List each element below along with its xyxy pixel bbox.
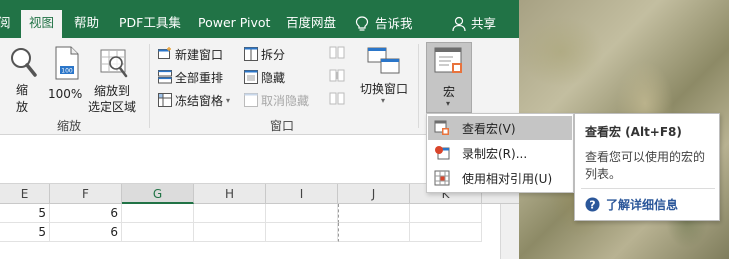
macro-dropdown-menu: 查看宏(V) 录制宏(R)... 使用相对引用(U) <box>426 113 574 193</box>
tab-baidu-netdisk[interactable]: 百度网盘 <box>286 10 336 38</box>
freeze-panes-label: 冻结窗格 <box>175 93 224 108</box>
help-icon: ? <box>585 197 600 212</box>
new-window-label: 新建窗口 <box>175 47 224 62</box>
cell-k1[interactable] <box>410 204 482 223</box>
svg-text:100: 100 <box>61 68 73 75</box>
column-header-f[interactable]: F <box>50 184 122 204</box>
split-label: 拆分 <box>261 47 286 62</box>
switch-windows-icon <box>367 47 400 74</box>
reset-window-position-icon[interactable] <box>329 91 345 107</box>
hide-button[interactable]: 隐藏 <box>244 67 285 87</box>
zoom-selection-icon <box>100 49 128 78</box>
svg-text:?: ? <box>589 199 595 212</box>
arrange-all-icon <box>158 70 172 84</box>
unhide-button[interactable]: 取消隐藏 <box>244 90 309 110</box>
menu-item-record-macro[interactable]: 录制宏(R)... <box>428 141 572 165</box>
zoom-to-selection-button[interactable]: 缩放到 选定区域 <box>88 44 140 114</box>
cell-e2[interactable]: 5 <box>0 223 50 242</box>
macros-label: 宏 <box>443 85 456 99</box>
window-group-label: 窗口 <box>270 119 295 133</box>
group-separator <box>149 44 150 128</box>
cell-k2[interactable] <box>410 223 482 242</box>
learn-more-link[interactable]: ? 了解详细信息 <box>585 196 678 213</box>
hide-label: 隐藏 <box>261 70 286 85</box>
tab-view[interactable]: 视图 <box>21 10 63 38</box>
arrange-all-button[interactable]: 全部重排 <box>158 67 223 87</box>
zoom-group-label: 缩放 <box>57 119 82 133</box>
tooltip-divider <box>581 188 715 189</box>
tooltip-description: 查看您可以使用的宏的列表。 <box>585 150 706 181</box>
new-window-icon <box>158 47 171 59</box>
cell-i1[interactable] <box>266 204 338 223</box>
column-header-g[interactable]: G <box>122 184 194 204</box>
view-macros-label: 查看宏(V) <box>462 121 516 136</box>
relative-references-icon <box>434 170 450 186</box>
synchronous-scrolling-icon[interactable] <box>329 68 345 84</box>
tell-me-label: 告诉我 <box>375 16 413 31</box>
tab-pdf-tools[interactable]: PDF工具集 <box>119 10 181 38</box>
use-relative-references-label: 使用相对引用(U) <box>462 171 553 186</box>
group-separator <box>418 44 419 128</box>
cell-i2[interactable] <box>266 223 338 242</box>
zoom-100-label: 100% <box>48 87 83 101</box>
cell-e1[interactable]: 5 <box>0 204 50 223</box>
zoom-to-selection-label-2: 选定区域 <box>88 100 137 114</box>
split-button[interactable]: 拆分 <box>244 44 285 64</box>
cell-f1[interactable]: 6 <box>50 204 122 223</box>
chevron-down-icon: ▾ <box>446 99 451 108</box>
tell-me-button[interactable]: 告诉我 <box>355 10 413 38</box>
cell-g1[interactable] <box>122 204 194 223</box>
view-side-by-side-icon[interactable] <box>329 45 345 61</box>
split-icon <box>244 47 258 61</box>
macro-icon <box>434 47 462 73</box>
zoom-100-button[interactable]: 100 100% <box>46 44 86 114</box>
freeze-panes-icon <box>158 93 172 107</box>
menu-item-use-relative-references[interactable]: 使用相对引用(U) <box>428 166 572 190</box>
zoom-label-1: 缩 <box>16 83 29 97</box>
person-icon <box>452 16 466 32</box>
vertical-scrollbar[interactable] <box>500 204 519 259</box>
column-header-j[interactable]: J <box>338 184 410 204</box>
ribbon-tab-bar: 阅 视图 帮助 PDF工具集 Power Pivot 百度网盘 告诉我 共享 <box>0 0 519 38</box>
cell-j1[interactable] <box>338 204 410 223</box>
share-label: 共享 <box>471 16 497 31</box>
chevron-down-icon: ▾ <box>381 96 386 105</box>
view-macros-icon <box>434 120 449 135</box>
freeze-panes-button[interactable]: 冻结窗格 ▾ <box>158 90 230 110</box>
worksheet-grid[interactable]: E F G H I J K 5 6 5 6 <box>0 184 519 259</box>
tab-help[interactable]: 帮助 <box>74 10 99 38</box>
cell-f2[interactable]: 6 <box>50 223 122 242</box>
zoom-to-selection-label-1: 缩放到 <box>94 84 131 98</box>
page-100-icon: 100 <box>55 46 79 80</box>
zoom-button[interactable]: 缩 放 <box>6 44 40 114</box>
hide-window-icon <box>244 70 258 84</box>
switch-windows-label: 切换窗口 <box>360 82 409 96</box>
macros-button[interactable]: 宏 ▾ <box>426 42 472 113</box>
view-macros-tooltip: 查看宏 (Alt+F8) 查看您可以使用的宏的列表。 ? 了解详细信息 <box>574 113 720 221</box>
record-macro-icon <box>435 146 450 160</box>
magnifier-icon <box>11 48 37 77</box>
cell-h1[interactable] <box>194 204 266 223</box>
new-window-button[interactable]: 新建窗口 <box>158 44 223 64</box>
column-header-e[interactable]: E <box>0 184 50 204</box>
tooltip-title: 查看宏 (Alt+F8) <box>585 125 682 139</box>
tab-review[interactable]: 阅 <box>0 10 11 38</box>
unhide-window-icon <box>244 93 258 107</box>
switch-windows-button[interactable]: 切换窗口 ▾ <box>355 44 413 114</box>
column-header-h[interactable]: H <box>194 184 266 204</box>
lightbulb-icon <box>355 16 369 31</box>
zoom-label-2: 放 <box>16 100 29 114</box>
unhide-label: 取消隐藏 <box>261 93 310 108</box>
arrange-all-label: 全部重排 <box>175 70 224 85</box>
share-button[interactable]: 共享 <box>452 10 496 38</box>
record-macro-label: 录制宏(R)... <box>462 146 528 161</box>
tab-power-pivot[interactable]: Power Pivot <box>198 10 270 38</box>
column-header-i[interactable]: I <box>266 184 338 204</box>
cell-h2[interactable] <box>194 223 266 242</box>
learn-more-label: 了解详细信息 <box>606 198 679 212</box>
chevron-down-icon: ▾ <box>226 95 231 105</box>
menu-item-view-macros[interactable]: 查看宏(V) <box>428 116 572 140</box>
cell-j2[interactable] <box>338 223 410 242</box>
cell-g2[interactable] <box>122 223 194 242</box>
